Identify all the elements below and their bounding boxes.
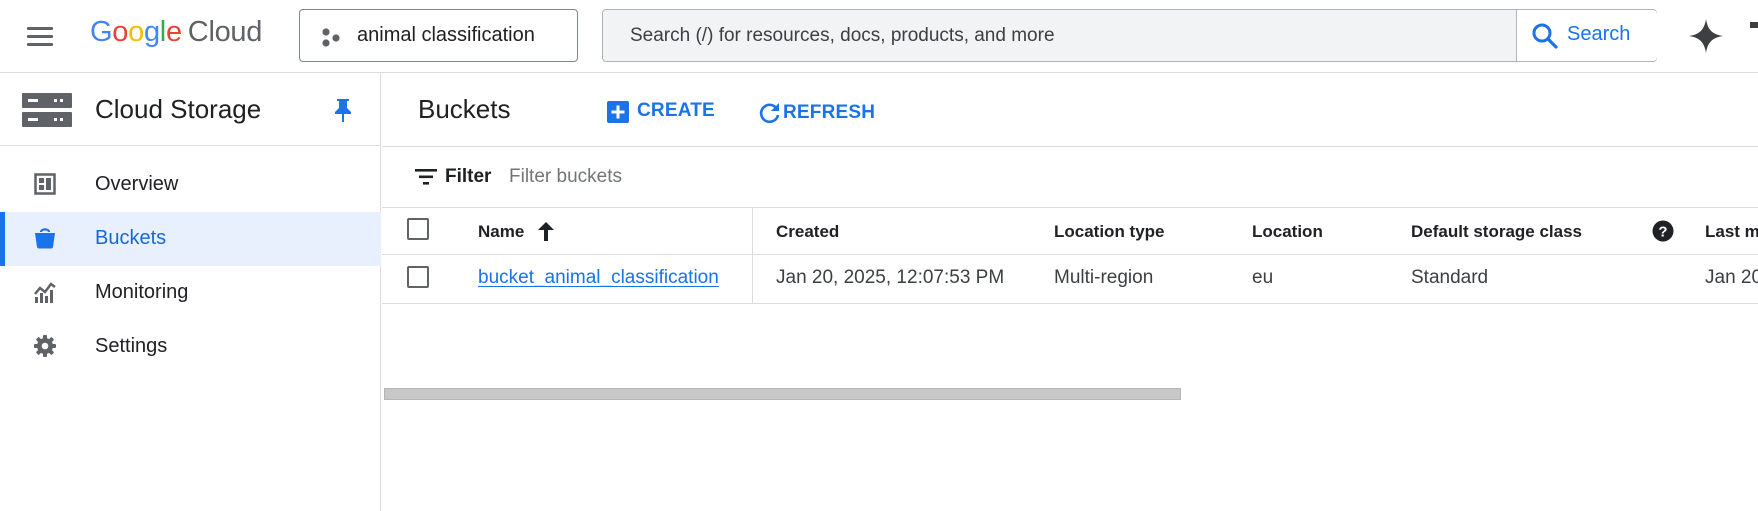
sidebar-header: Cloud Storage — [0, 73, 381, 146]
search-bar: Search — [602, 9, 1657, 62]
sidebar-item-label: Overview — [95, 173, 179, 195]
main-content: Buckets CREATE REFRESH Filter Filter buc… — [382, 73, 1758, 511]
sidebar-item-label: Monitoring — [95, 281, 189, 303]
filter-button[interactable]: Filter — [412, 164, 502, 190]
page-title: Buckets — [418, 94, 511, 124]
sidebar-item-buckets[interactable]: Buckets — [0, 212, 381, 266]
cloud-storage-icon — [22, 93, 72, 127]
search-input[interactable] — [603, 10, 1516, 61]
gear-icon — [34, 335, 56, 357]
project-picker[interactable]: animal classification — [299, 9, 578, 62]
bucket-icon — [35, 228, 55, 249]
add-box-icon — [607, 101, 629, 123]
filter-icon — [415, 169, 437, 185]
logo-google: Google — [90, 16, 182, 48]
search-button-label: Search — [1567, 23, 1631, 45]
refresh-button[interactable]: REFRESH — [758, 97, 878, 127]
sort-ascending-icon[interactable] — [537, 221, 555, 241]
sidebar-item-overview[interactable]: Overview — [0, 158, 381, 212]
table-row: bucket_animal_classification Jan 20, 202… — [382, 255, 1758, 304]
column-header-location-type[interactable]: Location type — [1054, 222, 1165, 242]
filter-label: Filter — [445, 166, 492, 187]
logo-cloud: Cloud — [187, 16, 263, 48]
column-header-location[interactable]: Location — [1252, 222, 1323, 242]
location-cell: eu — [1252, 267, 1274, 288]
last-modified-cell: Jan 20 — [1705, 267, 1758, 288]
bucket-name-cell: bucket_animal_classification — [478, 267, 719, 289]
refresh-button-label: REFRESH — [783, 102, 876, 123]
column-header-last-modified[interactable]: Last m — [1705, 222, 1758, 242]
column-header-name[interactable]: Name — [478, 222, 524, 242]
google-cloud-logo[interactable]: Google Cloud — [90, 16, 262, 49]
sidebar: Cloud Storage Overview Buckets Monitorin… — [0, 73, 381, 511]
search-button[interactable]: Search — [1516, 10, 1657, 61]
help-icon[interactable]: ? — [1652, 220, 1674, 242]
select-all-checkbox[interactable] — [407, 218, 429, 240]
filter-input[interactable] — [507, 161, 911, 193]
gemini-icon[interactable] — [1688, 18, 1724, 54]
sidebar-item-label: Settings — [95, 335, 168, 357]
bucket-link[interactable]: bucket_animal_classification — [478, 267, 719, 288]
location-type-cell: Multi-region — [1054, 267, 1154, 288]
create-button[interactable]: CREATE — [607, 97, 717, 127]
column-divider — [752, 207, 753, 304]
overview-icon — [34, 173, 56, 195]
overflow-icon — [1750, 22, 1758, 28]
pin-icon[interactable] — [334, 97, 352, 123]
sidebar-item-settings[interactable]: Settings — [0, 320, 381, 374]
sidebar-item-monitoring[interactable]: Monitoring — [0, 266, 381, 320]
project-icon — [322, 28, 340, 47]
table-header: Name Created Location type Location Defa… — [382, 207, 1758, 255]
refresh-icon — [759, 103, 780, 124]
menu-icon[interactable] — [20, 20, 60, 52]
horizontal-scrollbar[interactable] — [382, 388, 1758, 402]
scrollbar-thumb[interactable] — [384, 388, 1181, 400]
create-button-label: CREATE — [637, 100, 715, 121]
column-header-created[interactable]: Created — [776, 222, 839, 242]
filter-bar: Filter — [382, 147, 1758, 207]
column-header-storage-class[interactable]: Default storage class — [1411, 222, 1582, 242]
storage-class-cell: Standard — [1411, 267, 1489, 288]
sidebar-item-label: Buckets — [95, 227, 167, 249]
product-title: Cloud Storage — [95, 94, 262, 124]
top-bar: Google Cloud animal classification Search — [0, 0, 1758, 73]
svg-text:?: ? — [1658, 224, 1667, 241]
monitoring-icon — [34, 282, 56, 303]
project-name: animal classification — [357, 24, 535, 46]
search-icon — [1532, 23, 1558, 49]
row-checkbox[interactable] — [407, 266, 429, 288]
created-cell: Jan 20, 2025, 12:07:53 PM — [776, 267, 1005, 288]
